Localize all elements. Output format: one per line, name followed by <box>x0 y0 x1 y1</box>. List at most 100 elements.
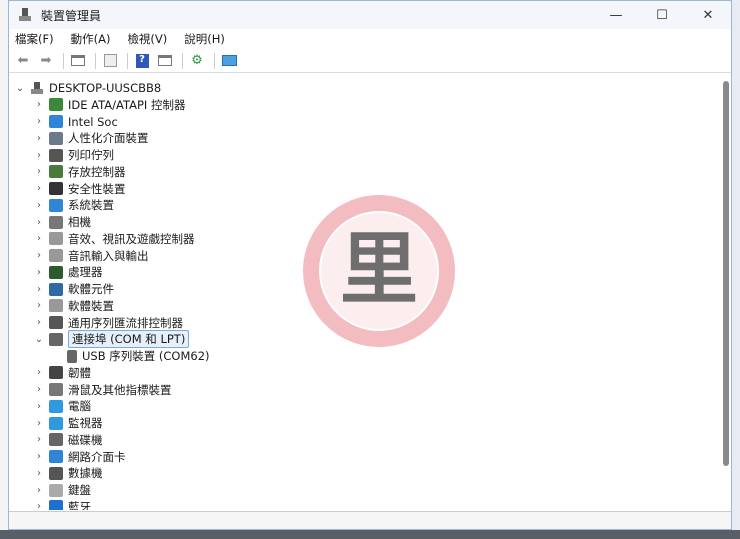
chevron-right-icon[interactable]: › <box>33 233 45 244</box>
help-icon[interactable]: ? <box>132 52 152 70</box>
tree-item-label: 滑鼠及其他指標裝置 <box>68 382 172 397</box>
chevron-right-icon[interactable]: › <box>33 367 45 378</box>
device-category-icon <box>49 131 63 145</box>
device-manager-window: 裝置管理員 — ☐ ✕ 檔案(F) 動作(A) 檢視(V) 說明(H) ⬅ ➡ … <box>8 0 732 530</box>
device-category-icon <box>49 215 63 229</box>
tree-item[interactable]: › 電腦 <box>33 398 91 414</box>
chevron-right-icon[interactable]: › <box>33 300 45 311</box>
update-driver-icon[interactable] <box>100 52 120 70</box>
chevron-right-icon[interactable]: › <box>33 133 45 144</box>
tree-item[interactable]: › 人性化介面裝置 <box>33 130 149 146</box>
chevron-right-icon[interactable]: › <box>33 267 45 278</box>
tree-item-label: 軟體元件 <box>68 282 114 296</box>
device-category-icon <box>49 483 63 497</box>
tree-item-label: 安全性裝置 <box>68 181 126 196</box>
chevron-right-icon[interactable]: › <box>33 468 45 479</box>
tree-item[interactable]: › 列印佇列 <box>33 147 114 163</box>
root-label: DESKTOP-UUSCBB8 <box>49 81 162 95</box>
tree-item[interactable]: › 藍牙 <box>33 499 91 510</box>
tree-item[interactable]: ⌄ 連接埠 (COM 和 LPT) <box>33 330 190 349</box>
device-category-icon <box>49 466 63 480</box>
chevron-right-icon[interactable]: › <box>33 384 45 395</box>
menu-file[interactable]: 檔案(F) <box>15 31 54 47</box>
chevron-right-icon[interactable]: › <box>33 401 45 412</box>
chevron-right-icon[interactable]: › <box>33 250 45 261</box>
window-title: 裝置管理員 <box>41 8 102 23</box>
tree-item-label: 電腦 <box>68 399 91 414</box>
scrollbar[interactable] <box>723 81 729 466</box>
tree-item[interactable]: › 磁碟機 <box>33 432 103 448</box>
chevron-right-icon[interactable]: › <box>33 418 45 429</box>
tree-item[interactable]: › 韌體 <box>33 365 91 381</box>
device-category-icon <box>49 198 63 212</box>
tree-item[interactable]: › 鍵盤 <box>33 482 91 498</box>
tree-item[interactable]: › 音效、視訊及遊戲控制器 <box>33 231 195 247</box>
properties-icon[interactable] <box>68 52 88 70</box>
menu-action[interactable]: 動作(A) <box>71 31 111 47</box>
tree-item-label: 音訊輸入與輸出 <box>68 248 149 263</box>
maximize-button[interactable]: ☐ <box>639 8 685 23</box>
device-category-icon <box>49 416 63 430</box>
back-icon[interactable]: ⬅ <box>13 52 33 70</box>
tree-item-label: 系統裝置 <box>68 198 114 213</box>
tree-child-item[interactable]: USB 序列裝置 (COM62) <box>63 348 210 364</box>
tree-item[interactable]: › 監視器 <box>33 415 103 431</box>
device-category-icon <box>49 232 63 246</box>
chevron-down-icon[interactable]: ⌄ <box>33 334 45 345</box>
device-category-icon <box>49 383 63 396</box>
tree-item[interactable]: › 系統裝置 <box>33 197 114 213</box>
tree-item[interactable]: › 相機 <box>33 214 91 230</box>
show-hidden-icon[interactable] <box>155 52 175 70</box>
device-category-icon <box>49 148 63 162</box>
divider <box>95 52 96 69</box>
chevron-right-icon[interactable]: › <box>33 284 45 295</box>
tree-item[interactable]: › 通用序列匯流排控制器 <box>33 315 183 331</box>
chevron-right-icon[interactable]: › <box>33 451 45 462</box>
device-category-icon <box>49 282 63 296</box>
chevron-right-icon[interactable]: › <box>33 485 45 496</box>
chevron-right-icon[interactable]: › <box>33 317 45 328</box>
tree-item[interactable]: › 音訊輸入與輸出 <box>33 248 149 264</box>
chevron-down-icon[interactable]: ⌄ <box>14 83 26 94</box>
tree-item-label: IDE ATA/ATAPI 控制器 <box>68 97 186 112</box>
close-button[interactable]: ✕ <box>685 8 731 23</box>
tree-item[interactable]: › Intel Soc <box>33 114 118 130</box>
tree-item-label: 鍵盤 <box>68 483 91 497</box>
device-category-icon <box>49 433 63 447</box>
menu-view[interactable]: 檢視(V) <box>127 31 167 47</box>
taskbar-edge <box>0 530 740 539</box>
chevron-right-icon[interactable]: › <box>33 183 45 194</box>
chevron-right-icon[interactable]: › <box>33 150 45 161</box>
tree-item[interactable]: › 安全性裝置 <box>33 181 126 197</box>
chevron-right-icon[interactable]: › <box>33 200 45 211</box>
tree-item[interactable]: › 軟體元件 <box>33 281 114 297</box>
chevron-right-icon[interactable]: › <box>33 434 45 445</box>
chevron-right-icon[interactable]: › <box>33 99 45 110</box>
tree-item-label: 監視器 <box>68 416 103 430</box>
tree-item-label: 軟體裝置 <box>68 298 114 313</box>
monitor-icon[interactable] <box>219 52 239 70</box>
status-bar <box>9 511 731 529</box>
tree-item-label: 列印佇列 <box>68 148 114 162</box>
chevron-right-icon[interactable]: › <box>33 217 45 228</box>
tree-item[interactable]: › 網路介面卡 <box>33 449 126 465</box>
tree-item[interactable]: › 軟體裝置 <box>33 298 114 314</box>
tree-item[interactable]: › 數據機 <box>33 465 103 481</box>
tree-item-label: 磁碟機 <box>68 432 103 447</box>
tree-item[interactable]: › 處理器 <box>33 264 103 280</box>
device-category-icon <box>49 115 63 128</box>
forward-icon[interactable]: ➡ <box>36 52 56 70</box>
tree-item[interactable]: › 存放控制器 <box>33 164 126 180</box>
scan-hardware-icon[interactable]: ⚙ <box>187 52 207 70</box>
chevron-right-icon[interactable]: › <box>33 501 45 510</box>
tree-item[interactable]: › 滑鼠及其他指標裝置 <box>33 382 172 398</box>
tree-item[interactable]: › IDE ATA/ATAPI 控制器 <box>33 97 185 113</box>
tree-item-label: Intel Soc <box>68 114 118 129</box>
chevron-right-icon[interactable]: › <box>33 166 45 177</box>
tree-root[interactable]: ⌄ DESKTOP-UUSCBB8 <box>14 80 161 96</box>
divider <box>63 52 64 69</box>
chevron-right-icon[interactable]: › <box>33 116 45 127</box>
watermark-logo: 里 <box>303 195 455 347</box>
minimize-button[interactable]: — <box>593 8 639 23</box>
menu-help[interactable]: 說明(H) <box>184 31 225 47</box>
